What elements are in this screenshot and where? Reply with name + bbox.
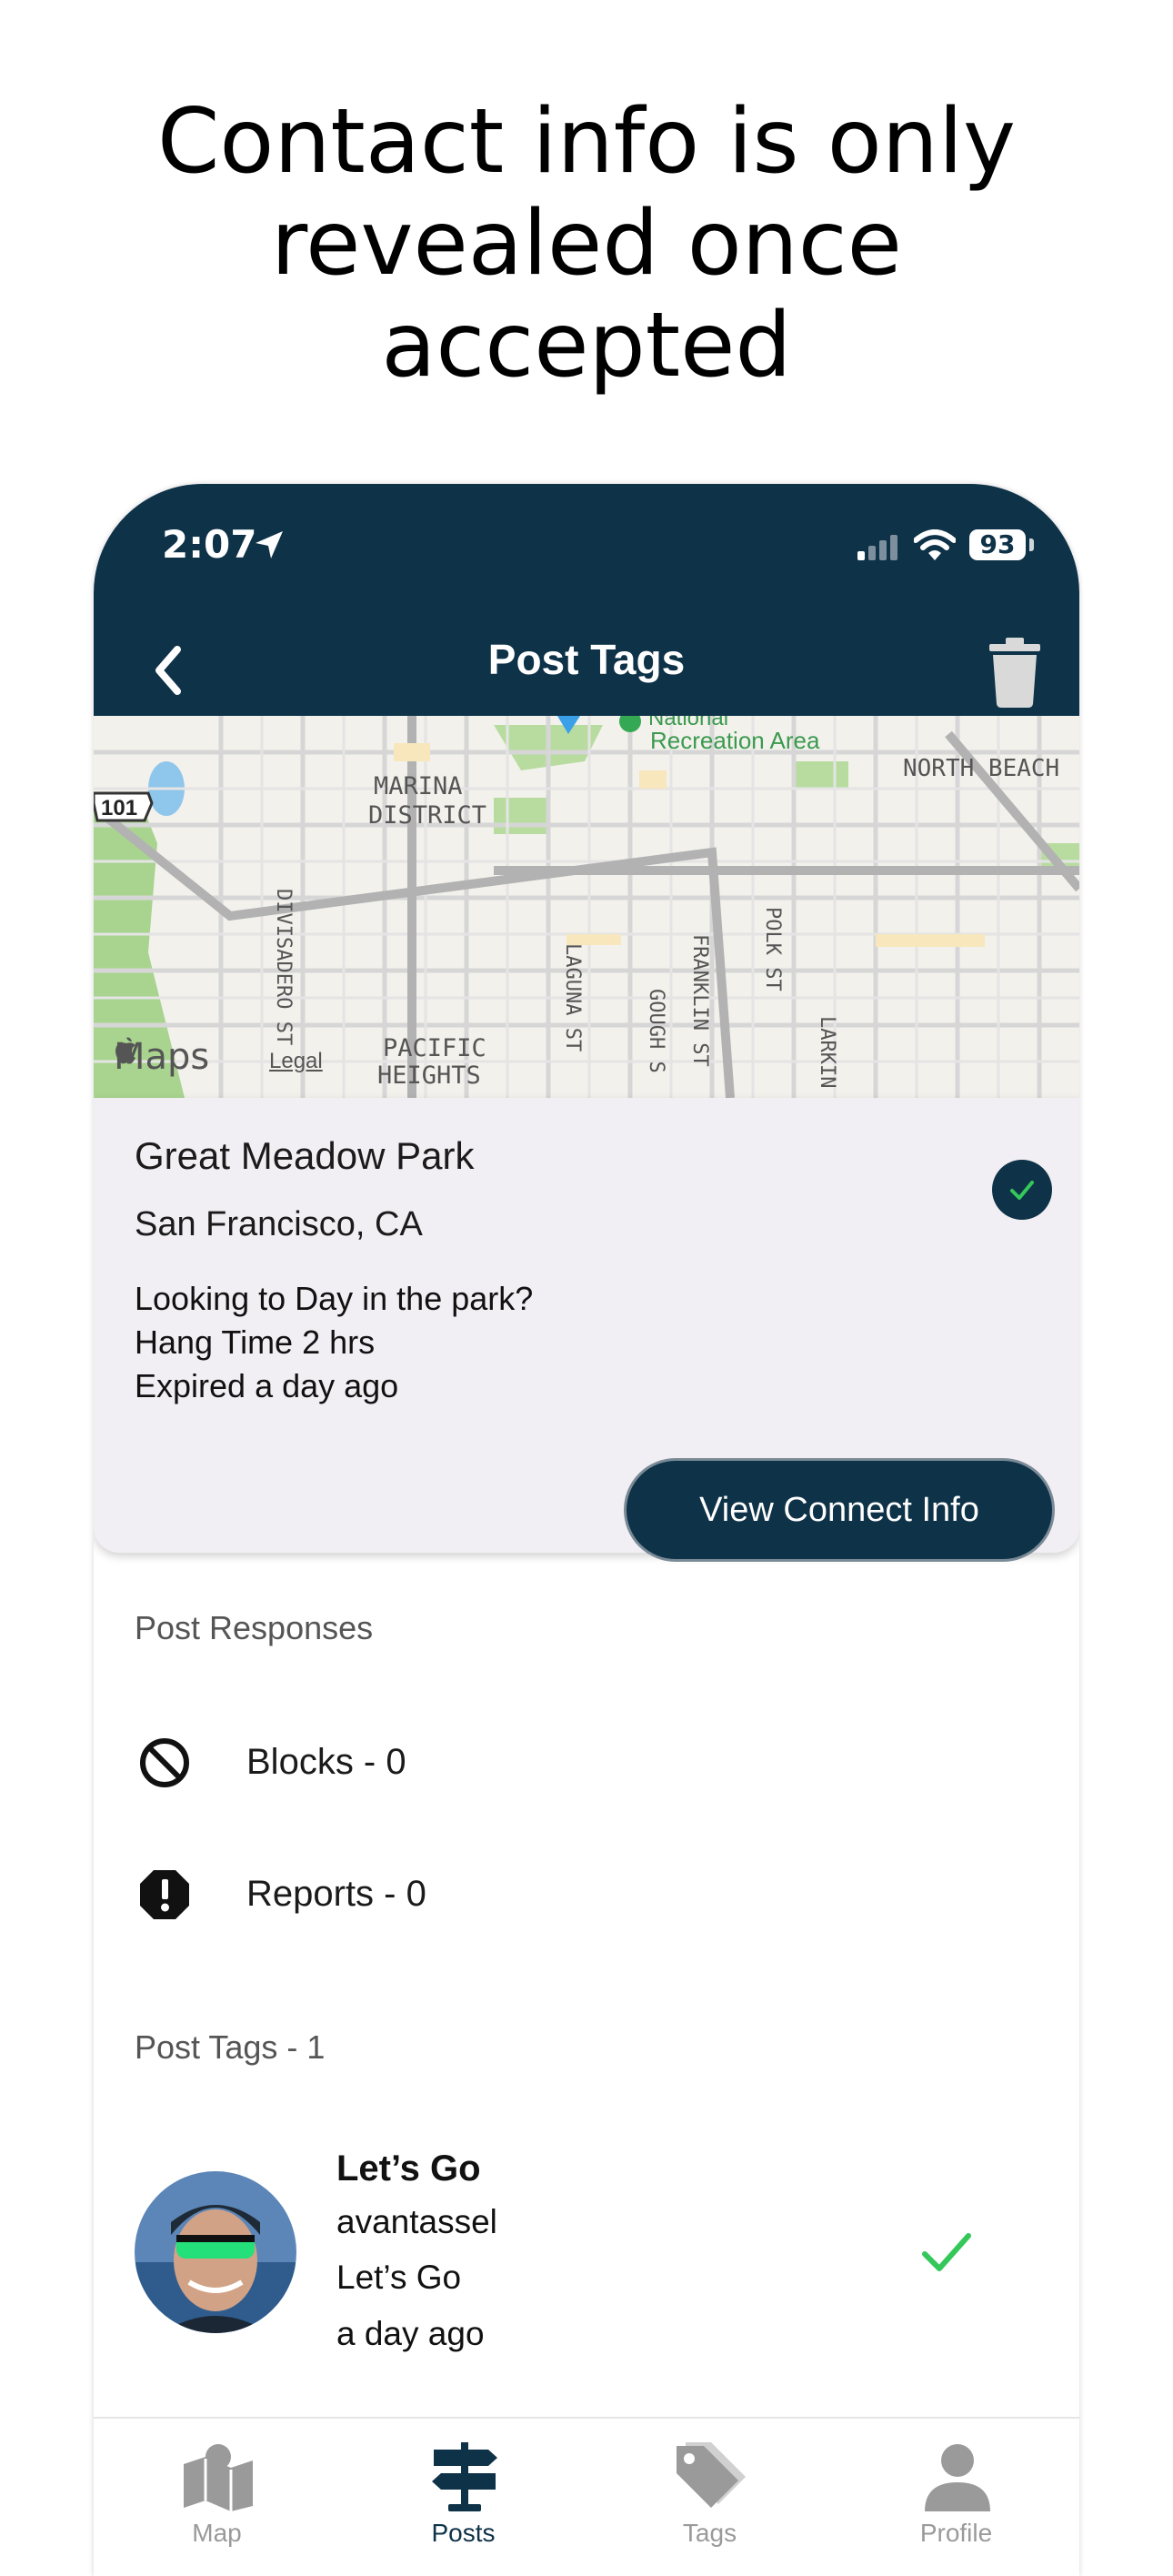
delete-button[interactable]: [978, 629, 1051, 711]
wifi-icon: [913, 529, 957, 567]
headline-line-1: Contact info is only: [156, 90, 1017, 194]
post-card: Great Meadow Park San Francisco, CA Look…: [94, 1098, 1079, 1562]
maps-logo: Maps: [114, 1036, 209, 1078]
tab-tags-label: Tags: [682, 2519, 737, 2547]
page-title: Post Tags: [487, 636, 686, 683]
map-label-laguna: LAGUNA ST: [561, 943, 584, 1052]
headline-line-3: accepted: [381, 294, 792, 397]
post-expiry: Expired a day ago: [135, 1367, 399, 1404]
avatar[interactable]: [135, 2171, 296, 2333]
post-tags-heading: Post Tags - 1: [135, 2028, 326, 2066]
battery-tip: [1029, 538, 1034, 551]
accept-tag-button[interactable]: [921, 2230, 972, 2280]
map-icon: [184, 2444, 253, 2511]
post-description: Looking to Day in the park?: [135, 1280, 534, 1317]
map-label-gough: GOUGH S: [645, 989, 667, 1073]
tag-title: Let’s Go: [336, 2148, 481, 2189]
cellular-signal-icon: [857, 535, 901, 565]
map-label-district: DISTRICT: [368, 801, 486, 830]
tag-message: Let’s Go: [336, 2259, 462, 2296]
blocks-row[interactable]: Blocks - 0: [135, 1720, 1044, 1811]
location-map[interactable]: National Recreation Area NORTH BEACH MAR…: [94, 716, 1079, 1098]
post-responses-heading: Post Responses: [135, 1609, 374, 1646]
accepted-badge: [992, 1160, 1052, 1220]
location-arrow-icon: [254, 529, 285, 565]
post-hang-time: Hang Time 2 hrs: [135, 1323, 376, 1361]
tab-posts-label: Posts: [431, 2519, 496, 2547]
map-label-highway: 101: [101, 796, 137, 820]
tab-posts[interactable]: Posts: [340, 2419, 586, 2576]
map-label-pacific: PACIFIC: [383, 1034, 486, 1062]
post-title: Great Meadow Park: [135, 1134, 475, 1177]
battery-indicator: 93: [969, 529, 1026, 560]
check-icon: [922, 2233, 971, 2271]
profile-icon: [925, 2444, 990, 2511]
signpost-icon: [432, 2442, 497, 2511]
trash-icon: [989, 638, 1040, 708]
apple-icon: [115, 1037, 135, 1064]
headline: Contact info is only revealed once accep…: [0, 91, 1173, 397]
tag-username: avantassel: [336, 2203, 497, 2240]
map-label-franklin: FRANKLIN ST: [688, 934, 711, 1067]
map-label-north-beach: NORTH BEACH: [903, 755, 1059, 782]
report-icon: [135, 1865, 195, 1929]
reports-count: Reports - 0: [246, 1874, 426, 1914]
map-label-larkin: LARKIN: [816, 1016, 838, 1088]
map-label-heights: HEIGHTS: [377, 1062, 481, 1090]
tab-profile-label: Profile: [919, 2519, 993, 2547]
tab-profile[interactable]: Profile: [833, 2419, 1079, 2576]
reports-row[interactable]: Reports - 0: [135, 1852, 1044, 1943]
post-location: San Francisco, CA: [135, 1205, 423, 1243]
tab-map[interactable]: Map: [94, 2419, 340, 2576]
status-time: 2:07: [162, 522, 257, 567]
view-connect-info-button[interactable]: View Connect Info: [624, 1458, 1055, 1562]
tab-tags[interactable]: Tags: [586, 2419, 833, 2576]
map-label-recreation-area: Recreation Area: [650, 727, 820, 754]
tag-time: a day ago: [336, 2315, 485, 2352]
map-label-marina: MARINA: [374, 772, 463, 800]
tab-bar: Map Posts Tags Profile: [94, 2417, 1079, 2576]
blocks-count: Blocks - 0: [246, 1742, 406, 1782]
check-icon: [1010, 1181, 1034, 1200]
block-icon: [135, 1733, 195, 1797]
map-label-polk: POLK ST: [761, 907, 784, 991]
map-label-divisadero: DIVISADERO ST: [272, 889, 295, 1045]
headline-line-2: revealed once: [271, 192, 902, 296]
phone-frame: 2:07 93 Post Tags National Recreation Ar…: [94, 484, 1079, 2576]
legal-link[interactable]: Legal: [269, 1049, 323, 1074]
tab-map-label: Map: [192, 2519, 242, 2547]
header-bar: 2:07 93 Post Tags: [94, 484, 1079, 716]
tags-icon: [677, 2442, 746, 2508]
